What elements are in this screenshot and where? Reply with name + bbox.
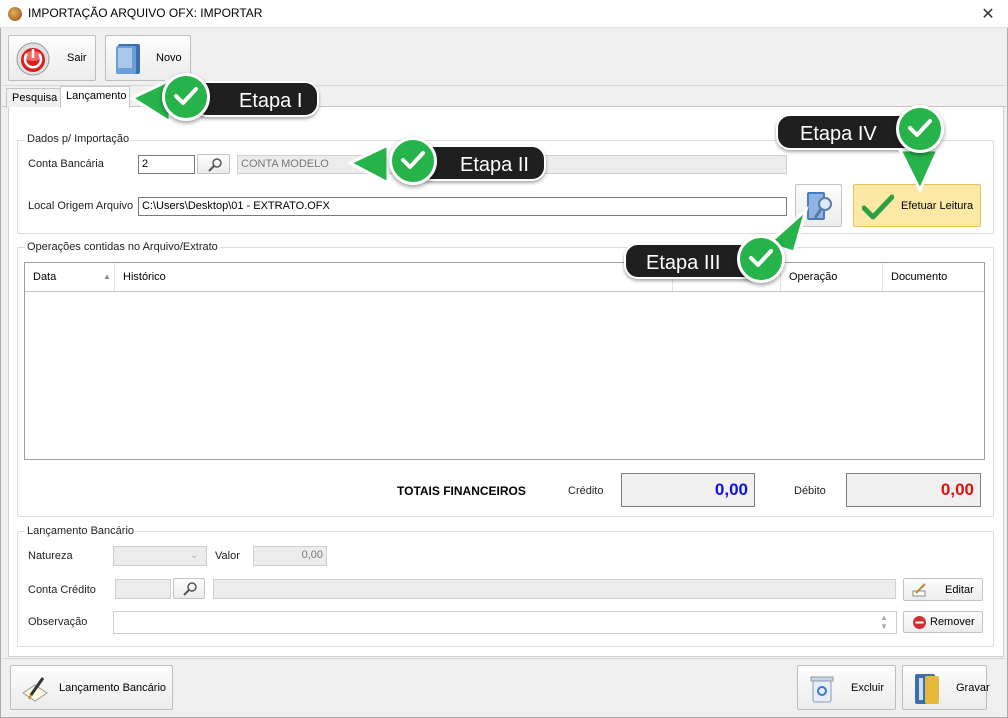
- new-document-icon: [116, 44, 140, 74]
- observacao-input[interactable]: ▲ ▼: [113, 611, 897, 634]
- column-data[interactable]: Data ▲: [25, 263, 115, 291]
- column-data-label: Data: [33, 271, 57, 283]
- remover-button[interactable]: Remover: [903, 611, 983, 633]
- valor-label: Valor: [215, 550, 240, 562]
- totais-title: TOTAIS FINANCEIROS: [397, 484, 526, 498]
- spin-up-down-icon[interactable]: ▲ ▼: [880, 613, 888, 631]
- conta-bancaria-label: Conta Bancária: [28, 158, 104, 170]
- valor-input[interactable]: 0,00: [253, 546, 327, 566]
- conta-bancaria-input[interactable]: 2: [138, 155, 195, 174]
- lancamento-group-title: Lançamento Bancário: [25, 525, 137, 537]
- conta-search-button[interactable]: [197, 154, 230, 174]
- natureza-select[interactable]: ⌄: [113, 546, 207, 566]
- tab-pesquisa[interactable]: Pesquisa: [6, 88, 64, 108]
- callout-etapa-2-label: Etapa II: [460, 154, 529, 176]
- excluir-button[interactable]: Excluir: [797, 665, 896, 710]
- credito-label: Crédito: [568, 485, 604, 497]
- observacao-label: Observação: [28, 616, 88, 628]
- operations-group-title: Operações contidas no Arquivo/Extrato: [25, 241, 220, 253]
- column-historico[interactable]: Histórico: [115, 263, 673, 291]
- local-origem-label: Local Origem Arquivo: [28, 200, 134, 212]
- remover-label: Remover: [930, 616, 975, 628]
- check-badge-1-icon: [162, 73, 210, 121]
- novo-label: Novo: [156, 52, 182, 64]
- check-badge-2-icon: [389, 137, 437, 185]
- gravar-button[interactable]: Gravar: [902, 665, 990, 710]
- column-operacao[interactable]: Operação: [781, 263, 883, 291]
- callout-etapa-1: Etapa I: [193, 81, 319, 117]
- editar-button[interactable]: Editar: [903, 578, 983, 601]
- chevron-down-icon: ⌄: [190, 550, 199, 561]
- title-bar: IMPORTAÇÃO ARQUIVO OFX: IMPORTAR ✕: [0, 0, 1008, 28]
- window-close-button[interactable]: ✕: [968, 0, 1008, 28]
- gravar-label: Gravar: [956, 682, 990, 694]
- sair-button[interactable]: Sair: [8, 35, 96, 81]
- checkmark-icon: [862, 194, 894, 220]
- power-icon: [16, 42, 50, 76]
- lancamento-bancario-label: Lançamento Bancário: [59, 682, 167, 694]
- local-origem-input[interactable]: C:\Users\Desktop\01 - EXTRATO.OFX: [138, 197, 787, 216]
- conta-credito-name-field: [213, 579, 896, 599]
- edit-pencil-icon: [912, 583, 926, 597]
- import-group-title: Dados p/ Importação: [25, 133, 132, 145]
- callout-etapa-3-label: Etapa III: [646, 252, 721, 274]
- column-documento[interactable]: Documento: [883, 263, 984, 291]
- callout-pointer-4: [897, 148, 941, 194]
- debito-label: Débito: [794, 485, 826, 497]
- app-icon: [8, 7, 22, 21]
- debito-total: 0,00: [846, 473, 981, 507]
- check-badge-4-icon: [896, 105, 944, 153]
- conta-credito-label: Conta Crédito: [28, 584, 96, 596]
- grid-header: Data ▲ Histórico Operação Documento: [25, 263, 984, 292]
- editar-label: Editar: [945, 584, 974, 596]
- magnifier-icon: [208, 158, 222, 172]
- operations-grid[interactable]: Data ▲ Histórico Operação Documento: [24, 262, 985, 460]
- sort-asc-icon: ▲: [103, 272, 111, 281]
- tab-lancamento[interactable]: Lançamento: [60, 86, 130, 108]
- recycle-bin-icon: [810, 676, 834, 703]
- conta-credito-search-button[interactable]: [173, 578, 205, 599]
- callout-etapa-4-label: Etapa IV: [800, 123, 877, 145]
- credito-total: 0,00: [621, 473, 755, 507]
- binder-icon: [915, 674, 939, 704]
- efetuar-leitura-label: Efetuar Leitura: [901, 200, 974, 212]
- window-title: IMPORTAÇÃO ARQUIVO OFX: IMPORTAR: [28, 6, 263, 20]
- natureza-label: Natureza: [28, 550, 73, 562]
- conta-credito-input[interactable]: [115, 579, 171, 599]
- excluir-label: Excluir: [851, 682, 885, 694]
- magnifier-icon: [183, 582, 197, 596]
- remove-icon: [913, 616, 926, 629]
- footer-bar: Lançamento Bancário Excluir Gravar: [2, 658, 1006, 716]
- check-badge-3-icon: [737, 235, 785, 283]
- sair-label: Sair: [67, 52, 87, 64]
- note-pencil-icon: [22, 677, 48, 702]
- callout-etapa-1-label: Etapa I: [239, 90, 303, 112]
- lancamento-bancario-button[interactable]: Lançamento Bancário: [10, 665, 173, 710]
